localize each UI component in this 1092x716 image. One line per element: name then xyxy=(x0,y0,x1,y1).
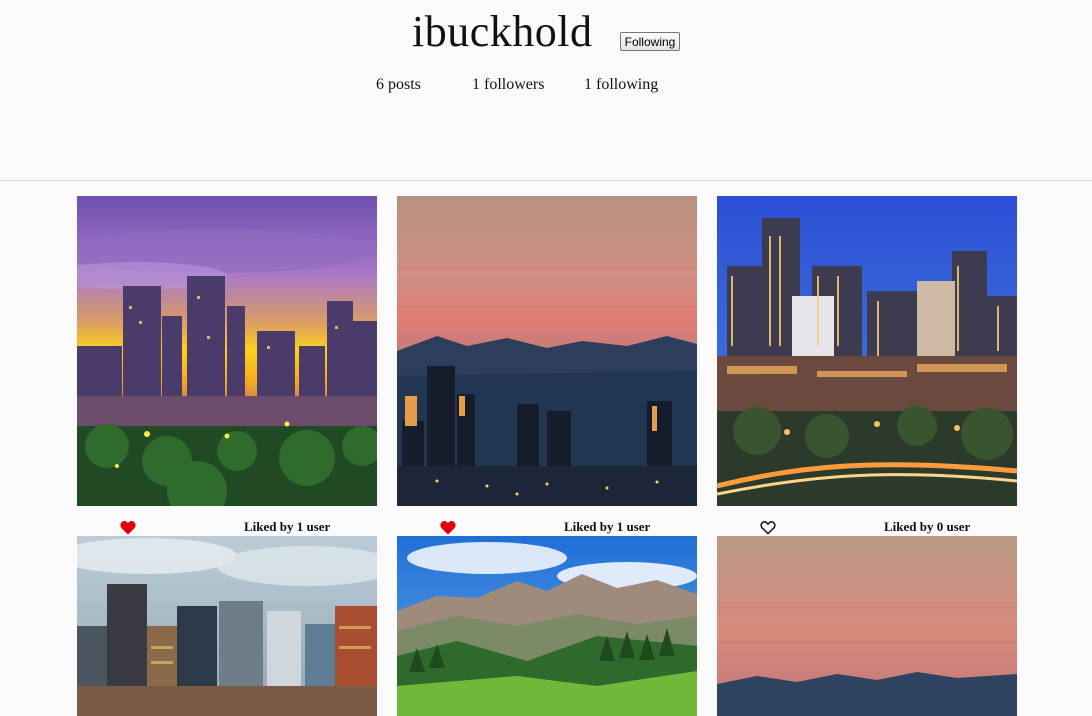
profile-header: ibuckhold Following 6 posts 1 followers … xyxy=(0,0,1092,181)
likes-count-text: Liked by 0 user xyxy=(884,519,971,534)
heart-filled-icon[interactable] xyxy=(440,520,456,535)
like-row: Liked by 0 user xyxy=(717,518,1017,538)
likes-count-text: Liked by 1 user xyxy=(244,519,331,534)
followers-count[interactable]: 1 followers xyxy=(472,76,544,94)
post-photo[interactable] xyxy=(77,196,377,506)
following-count[interactable]: 1 following xyxy=(584,76,658,94)
profile-username: ibuckhold xyxy=(412,7,593,56)
post-photo[interactable] xyxy=(717,196,1017,506)
post-photo[interactable] xyxy=(717,536,1017,716)
likes-count-text: Liked by 1 user xyxy=(564,519,651,534)
posts-grid: Liked by 1 user Liked by 1 user Liked by… xyxy=(0,181,1092,716)
like-row: Liked by 1 user xyxy=(77,518,377,538)
heart-outline-icon[interactable] xyxy=(760,520,776,535)
post-photo[interactable] xyxy=(397,196,697,506)
like-row: Liked by 1 user xyxy=(397,518,697,538)
following-button[interactable]: Following xyxy=(620,32,680,51)
posts-count: 6 posts xyxy=(376,76,421,93)
post-photo[interactable] xyxy=(77,536,377,716)
post-photo[interactable] xyxy=(397,536,697,716)
heart-filled-icon[interactable] xyxy=(120,520,136,535)
